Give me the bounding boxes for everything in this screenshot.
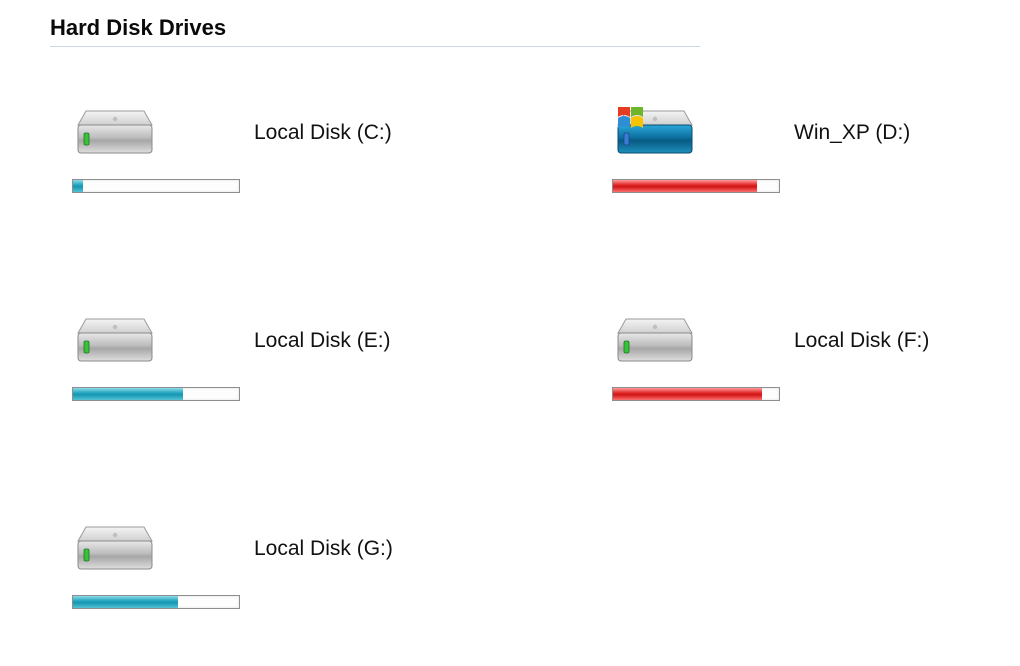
capacity-bar	[612, 387, 780, 401]
capacity-fill	[73, 388, 183, 400]
capacity-fill	[73, 180, 83, 192]
drive-label: Local Disk (E:)	[254, 329, 391, 353]
capacity-bar	[612, 179, 780, 193]
capacity-fill	[613, 180, 757, 192]
drive-label: Local Disk (F:)	[794, 329, 929, 353]
disk-icon	[70, 315, 160, 373]
capacity-bar	[72, 387, 240, 401]
capacity-fill	[613, 388, 762, 400]
drive-label: Local Disk (C:)	[254, 121, 392, 145]
drive-g[interactable]: Local Disk (G:)	[50, 523, 590, 609]
capacity-bar	[72, 595, 240, 609]
disk-windows-icon	[610, 107, 700, 165]
drive-d[interactable]: Win_XP (D:)	[590, 107, 1020, 193]
drive-label: Local Disk (G:)	[254, 537, 393, 561]
drive-c[interactable]: Local Disk (C:)	[50, 107, 590, 193]
disk-icon	[70, 523, 160, 581]
drive-label: Win_XP (D:)	[794, 121, 910, 145]
disk-icon	[70, 107, 160, 165]
section-title: Hard Disk Drives	[50, 15, 700, 47]
capacity-fill	[73, 596, 178, 608]
disk-icon	[610, 315, 700, 373]
drive-e[interactable]: Local Disk (E:)	[50, 315, 590, 401]
drives-grid: Local Disk (C:)	[50, 107, 1000, 609]
capacity-bar	[72, 179, 240, 193]
drive-f[interactable]: Local Disk (F:)	[590, 315, 1020, 401]
